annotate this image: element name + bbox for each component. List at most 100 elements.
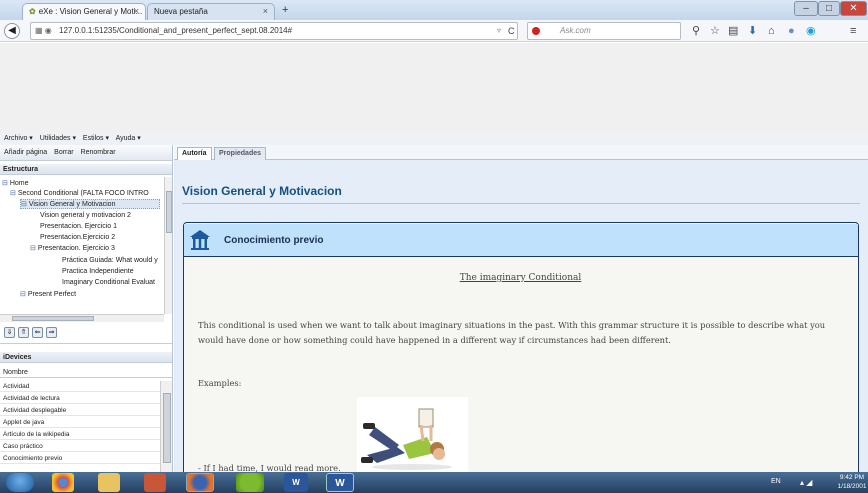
tab-autoria[interactable]: Autoría: [177, 147, 212, 160]
idevices-list: Actividad Actividad de lectura Actividad…: [0, 381, 160, 472]
network-icon[interactable]: ▴ ◢: [800, 478, 812, 487]
idevices-column-header[interactable]: Nombre: [0, 367, 172, 378]
menu-estilos[interactable]: Estilos ▾: [83, 135, 109, 142]
minimize-button[interactable]: –: [794, 1, 818, 16]
tree-node-vision-general-2[interactable]: Vision general y motivacion 2: [40, 211, 131, 221]
tree-node-imaginary-evaluation[interactable]: Imaginary Conditional Evaluat: [62, 278, 155, 288]
tree-node-present-perfect[interactable]: ⊟ Present Perfect: [20, 290, 76, 300]
collapse-icon[interactable]: ⊟: [30, 245, 36, 252]
demote-icon[interactable]: ⇒: [46, 327, 57, 338]
tree-node-ejercicio-2[interactable]: Presentacion.Ejercicio 2: [40, 233, 115, 243]
menu-icon[interactable]: ≡: [850, 22, 856, 40]
download-icon[interactable]: ⬇: [748, 22, 757, 40]
idevice-item[interactable]: Applet de java: [0, 417, 160, 428]
collapse-icon[interactable]: ⊟: [10, 190, 16, 197]
idevice-item[interactable]: Artículo de la wikipedia: [0, 429, 160, 440]
maximize-button[interactable]: □: [818, 1, 840, 16]
dropdown-arrow-icon[interactable]: ▿: [497, 22, 501, 40]
move-buttons-bar: ⇓ ⇑ ⇐ ⇒: [0, 322, 172, 344]
start-button-icon[interactable]: [6, 473, 34, 492]
reading-person-image: [357, 397, 468, 472]
tree-node-label: Vision general y motivacion 2: [40, 212, 131, 219]
idevice-item[interactable]: Actividad desplegable: [0, 405, 160, 416]
scrollbar-thumb[interactable]: [166, 191, 172, 233]
new-tab-button[interactable]: +: [282, 4, 288, 16]
move-down-icon[interactable]: ⇓: [4, 327, 15, 338]
knowledge-building-icon: [190, 230, 210, 250]
skype-icon[interactable]: ◉: [806, 22, 816, 40]
tree-node-ejercicio-1[interactable]: Presentacion. Ejercicio 1: [40, 222, 117, 232]
file-explorer-icon[interactable]: [98, 473, 120, 492]
word-icon-active[interactable]: W: [326, 473, 354, 492]
tree-node-label: Imaginary Conditional Evaluat: [62, 279, 155, 286]
ask-logo-icon: [532, 27, 540, 35]
content-paragraph: This conditional is used when we want to…: [198, 320, 826, 345]
tree-node-label: Presentacion. Ejercicio 3: [37, 245, 115, 252]
clock[interactable]: 9:42 PM 1/18/2001: [836, 473, 868, 491]
tree-vertical-scrollbar[interactable]: [164, 177, 172, 314]
close-tab-icon[interactable]: ×: [263, 6, 268, 16]
tree-node-label: Presentacion. Ejercicio 1: [40, 223, 118, 230]
reading-person-illustration: [361, 408, 452, 470]
tree-node-vision-general[interactable]: ⊟ Vision General y Motivacion: [20, 199, 160, 209]
browser-tab-new[interactable]: Nueva pestaña ×: [147, 3, 275, 20]
addon-icon[interactable]: ●: [788, 22, 795, 40]
search-input[interactable]: Ask.com: [527, 22, 681, 40]
move-up-icon[interactable]: ⇑: [18, 327, 29, 338]
firefox-icon[interactable]: [186, 473, 214, 492]
scrollbar-thumb[interactable]: [163, 393, 171, 463]
add-page-button[interactable]: Añadir página: [4, 149, 47, 156]
back-button[interactable]: ◀: [4, 23, 20, 39]
utorrent-icon[interactable]: [236, 473, 264, 492]
url-bar[interactable]: 127.0.0.1:51235/Conditional_and_present_…: [30, 22, 518, 40]
rename-button[interactable]: Renombrar: [81, 149, 116, 156]
tree-node-label: Práctica Guiada: What would y: [62, 257, 158, 264]
tree-node-ejercicio-3[interactable]: ⊟ Presentacion. Ejercicio 3: [30, 244, 115, 254]
browser-tab-exe[interactable]: ✿ eXe : Vision General y Moti... ×: [22, 3, 146, 20]
reading-list-icon[interactable]: ▤: [728, 22, 738, 40]
clock-date: 1/18/2001: [837, 483, 867, 490]
page-icon: ▦ ◉: [35, 26, 52, 35]
tree-node-second-conditional[interactable]: ⊟ Second Conditional (FALTA FOCO INTRO: [10, 189, 149, 199]
examples-label: Examples:: [198, 378, 242, 388]
title-divider: [182, 203, 860, 204]
tree-node-label: Vision General y Motivacion: [28, 201, 116, 208]
idevice-item[interactable]: Conocimiento previo: [0, 453, 160, 464]
idevice-item[interactable]: Actividad: [0, 381, 160, 392]
chrome-icon[interactable]: [52, 473, 74, 492]
collapse-icon[interactable]: ⊟: [20, 291, 26, 298]
promote-icon[interactable]: ⇐: [32, 327, 43, 338]
home-icon[interactable]: ⌂: [768, 22, 775, 40]
language-indicator[interactable]: EN: [771, 478, 781, 485]
menu-ayuda[interactable]: Ayuda ▾: [116, 135, 141, 142]
search-icon[interactable]: ⚲: [692, 22, 700, 40]
close-window-button[interactable]: ✕: [840, 1, 867, 16]
browser-title-bar: ✿ eXe : Vision General y Moti... × Nueva …: [0, 0, 868, 20]
collapse-icon[interactable]: ⊟: [2, 180, 8, 187]
tree-node-practica-guiada[interactable]: Práctica Guiada: What would y: [62, 256, 158, 266]
collapse-icon[interactable]: ⊟: [21, 201, 27, 208]
bookmark-star-icon[interactable]: ☆: [710, 22, 720, 40]
close-tab-icon[interactable]: ×: [134, 6, 139, 16]
tree-node-label: Second Conditional (FALTA FOCO INTRO: [17, 190, 149, 197]
menu-archivo[interactable]: Archivo ▾: [4, 135, 33, 142]
idevice-item[interactable]: Caso práctico: [0, 441, 160, 452]
menu-utilidades[interactable]: Utilidades ▾: [40, 135, 76, 142]
idevice-title: Conocimiento previo: [224, 235, 324, 246]
page-title: Vision General y Motivacion: [182, 184, 342, 198]
app-icon[interactable]: [144, 473, 166, 492]
idevices-scrollbar[interactable]: [160, 381, 172, 472]
tree-node-practica-independiente[interactable]: Practica Independiente: [62, 267, 134, 277]
tree-node-home[interactable]: ⊟ Home: [2, 179, 29, 189]
idevice-item[interactable]: Actividad de lectura: [0, 393, 160, 404]
idevice-content: [186, 258, 855, 472]
word-icon[interactable]: W: [284, 473, 308, 492]
taskbar: [0, 472, 868, 493]
reload-icon[interactable]: C: [508, 22, 515, 40]
tree-horizontal-scrollbar[interactable]: [0, 314, 164, 322]
delete-button[interactable]: Borrar: [54, 149, 73, 156]
browser-tab-label: eXe : Vision General y Moti...: [38, 7, 143, 16]
scrollbar-thumb[interactable]: [12, 316, 94, 321]
editor-tabs-bar: Autoría Propiedades: [174, 145, 868, 160]
tab-propiedades[interactable]: Propiedades: [214, 147, 267, 160]
